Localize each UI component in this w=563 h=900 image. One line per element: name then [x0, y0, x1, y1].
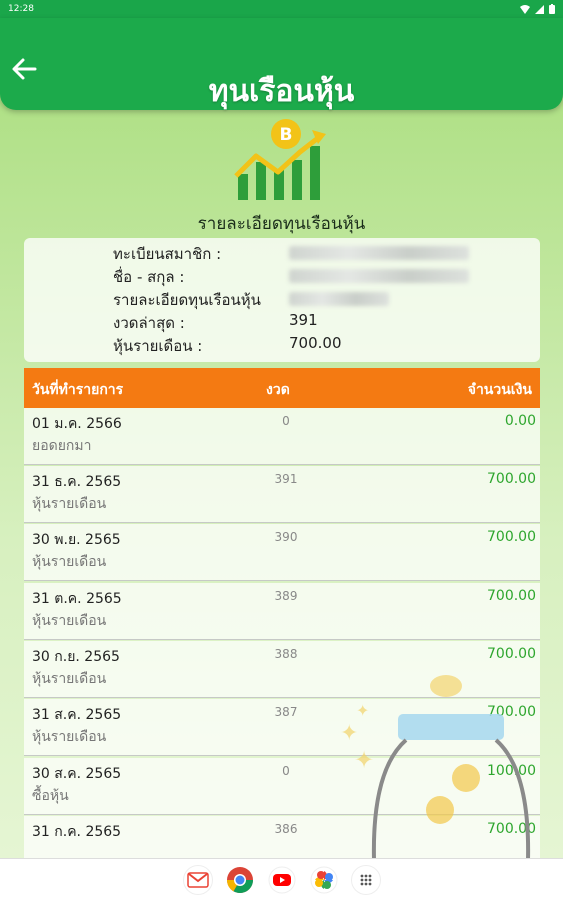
monthly-share-row: หุ้นรายเดือน : 700.00 [113, 334, 513, 358]
row-amount: 700.00 [487, 646, 536, 662]
share-detail-label: รายละเอียดทุนเรือนหุ้น [113, 291, 261, 309]
status-bar: 12:28 [0, 0, 563, 18]
table-row[interactable]: 30 พ.ย. 2565 หุ้นรายเดือน 390 700.00 [24, 524, 540, 581]
name-row: ชื่อ - สกุล : [113, 265, 513, 289]
row-amount: 700.00 [487, 588, 536, 604]
member-info-card: ทะเบียนสมาชิก : ชื่อ - สกุล : รายละเอียด… [24, 238, 540, 362]
table-row[interactable]: 31 ธ.ค. 2565 หุ้นรายเดือน 391 700.00 [24, 466, 540, 523]
app-drawer-icon [360, 874, 371, 885]
name-redacted [289, 269, 469, 283]
row-amount: 700.00 [487, 471, 536, 487]
monthly-share-label: หุ้นรายเดือน : [113, 337, 203, 355]
youtube-app[interactable] [267, 865, 297, 895]
table-header: วันที่ทำรายการ งวด จำนวนเงิน [24, 368, 540, 408]
table-row[interactable]: 31 ก.ค. 2565 386 700.00 [24, 816, 540, 858]
member-no-label: ทะเบียนสมาชิก : [113, 245, 222, 263]
status-icons [520, 4, 555, 14]
row-amount: 700.00 [487, 821, 536, 837]
row-desc: หุ้นรายเดือน [32, 729, 107, 745]
row-period: 391 [274, 472, 298, 486]
row-amount: 700.00 [487, 704, 536, 720]
signal-icon [535, 4, 544, 14]
row-date: 31 ต.ค. 2565 [32, 591, 122, 607]
col-amount-header: จำนวนเงิน [467, 382, 532, 398]
member-no-row: ทะเบียนสมาชิก : [113, 242, 513, 266]
status-time: 12:28 [8, 4, 34, 14]
row-date: 31 ธ.ค. 2565 [32, 474, 122, 490]
share-detail-row: รายละเอียดทุนเรือนหุ้น [113, 288, 513, 312]
wifi-icon [520, 4, 530, 14]
transaction-list[interactable]: 01 ม.ค. 2566 ยอดยกมา 0 0.00 31 ธ.ค. 2565… [24, 408, 540, 858]
row-period: 390 [274, 530, 298, 544]
col-period-header: งวด [266, 382, 290, 398]
row-date: 01 ม.ค. 2566 [32, 416, 122, 432]
row-period: 389 [274, 589, 298, 603]
row-amount: 700.00 [487, 529, 536, 545]
col-date-header: วันที่ทำรายการ [32, 382, 124, 398]
photos-icon [310, 866, 337, 893]
row-period: 386 [274, 822, 298, 836]
row-date: 31 ส.ค. 2565 [32, 707, 122, 723]
row-period: 0 [282, 764, 290, 778]
table-row[interactable]: 01 ม.ค. 2566 ยอดยกมา 0 0.00 [24, 408, 540, 465]
table-row[interactable]: 30 ก.ย. 2565 หุ้นรายเดือน 388 700.00 [24, 641, 540, 698]
table-row[interactable]: 31 ส.ค. 2565 หุ้นรายเดือน 387 700.00 [24, 699, 540, 756]
row-period: 0 [282, 414, 290, 428]
app-bar: ทุนเรือนหุ้น [0, 18, 563, 110]
section-title: รายละเอียดทุนเรือนหุ้น [197, 214, 366, 234]
latest-period-label: งวดล่าสุด : [113, 314, 185, 332]
row-desc: หุ้นรายเดือน [32, 671, 107, 687]
photos-app[interactable] [309, 865, 339, 895]
gmail-icon [186, 871, 209, 888]
row-desc: ซื้อหุ้น [32, 788, 69, 804]
app-drawer-button[interactable] [350, 864, 381, 895]
row-period: 387 [274, 705, 298, 719]
name-label: ชื่อ - สกุล : [113, 268, 185, 286]
row-desc: ยอดยกมา [32, 438, 92, 454]
table-row[interactable]: 31 ต.ค. 2565 หุ้นรายเดือน 389 700.00 [24, 583, 540, 640]
row-desc: หุ้นรายเดือน [32, 613, 107, 629]
latest-period-row: งวดล่าสุด : 391 [113, 311, 513, 335]
bitcoin-chart-logo: B [234, 116, 330, 204]
android-nav-bar [0, 858, 563, 900]
chrome-app[interactable] [225, 865, 255, 895]
gmail-app[interactable] [182, 864, 213, 895]
monthly-share-value: 700.00 [289, 334, 342, 352]
youtube-icon [268, 866, 295, 893]
latest-period-value: 391 [289, 311, 318, 329]
row-date: 30 พ.ย. 2565 [32, 532, 121, 548]
member-no-redacted [289, 246, 469, 260]
row-date: 30 ก.ย. 2565 [32, 649, 120, 665]
row-amount: 0.00 [504, 413, 536, 429]
row-period: 388 [274, 647, 298, 661]
row-date: 31 ก.ค. 2565 [32, 824, 122, 840]
share-detail-redacted [289, 292, 389, 306]
svg-text:B: B [280, 125, 293, 145]
row-date: 30 ส.ค. 2565 [32, 766, 122, 782]
row-desc: หุ้นรายเดือน [32, 496, 107, 512]
row-amount: 100.00 [487, 763, 536, 779]
chrome-icon [226, 866, 253, 893]
table-row[interactable]: 30 ส.ค. 2565 ซื้อหุ้น 0 100.00 [24, 758, 540, 815]
page-title: ทุนเรือนหุ้น [208, 74, 355, 109]
row-desc: หุ้นรายเดือน [32, 554, 107, 570]
battery-icon [549, 4, 555, 14]
